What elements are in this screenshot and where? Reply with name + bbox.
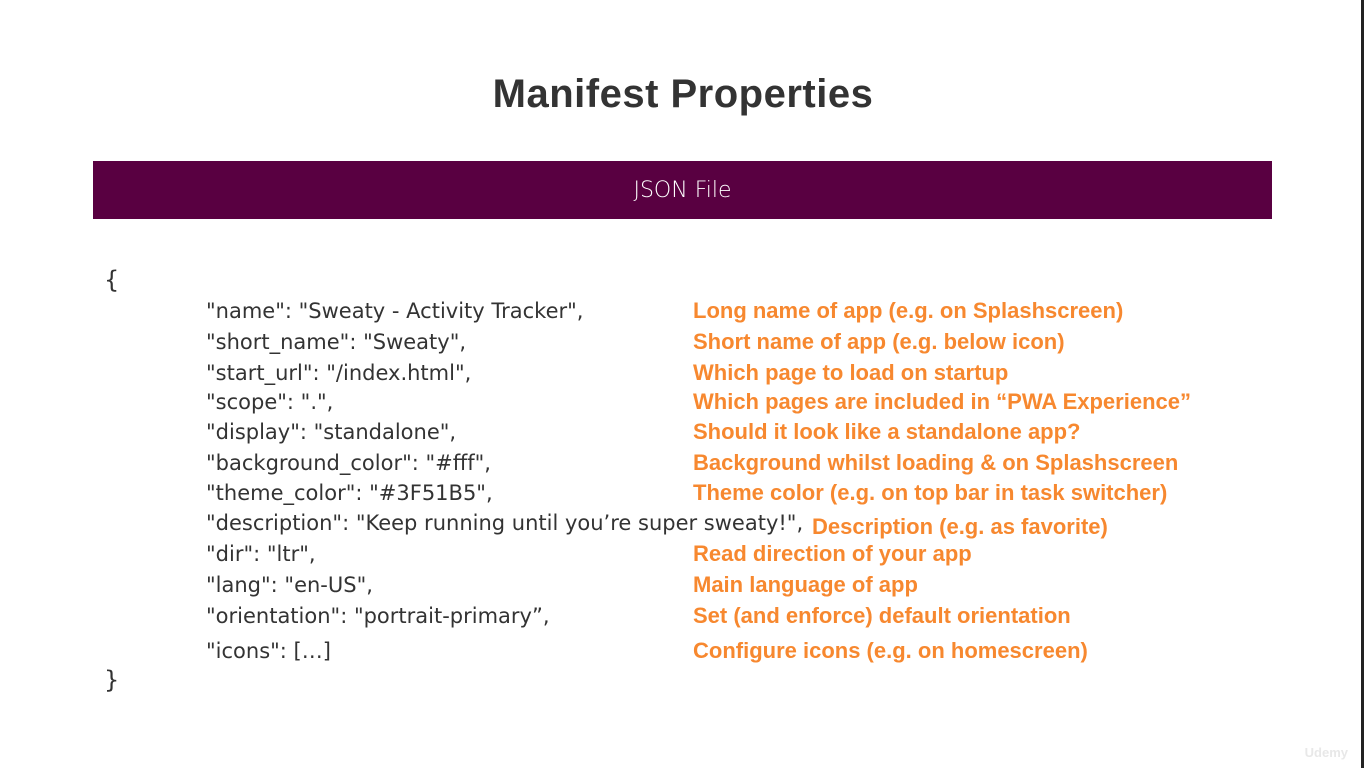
banner-label: JSON File (633, 177, 732, 203)
code-line: "orientation": "portrait-primary”, (206, 604, 550, 628)
property-annotation: Background whilst loading & on Splashscr… (693, 450, 1179, 475)
property-annotation: Set (and enforce) default orientation (693, 603, 1071, 628)
code-line: "theme_color": "#3F51B5", (206, 481, 493, 505)
slide-title: Manifest Properties (492, 72, 874, 116)
code-line: "lang": "en-US", (206, 573, 373, 597)
property-annotation: Long name of app (e.g. on Splashscreen) (693, 298, 1124, 323)
code-line: "scope": ".", (206, 390, 334, 414)
property-annotation: Theme color (e.g. on top bar in task swi… (693, 480, 1168, 505)
property-annotation: Which pages are included in “PWA Experie… (693, 389, 1191, 414)
code-line: "description": "Keep running until you’r… (206, 511, 804, 535)
code-line: "start_url": "/index.html", (206, 361, 472, 385)
close-brace: } (104, 666, 120, 694)
property-annotation: Main language of app (693, 572, 918, 597)
code-line: "icons": […] (206, 639, 331, 663)
property-annotation: Which page to load on startup (693, 360, 1009, 385)
json-file-banner: JSON File (93, 161, 1272, 219)
property-annotation: Read direction of your app (693, 541, 972, 566)
code-line: "background_color": "#fff", (206, 451, 491, 475)
code-line: "display": "standalone", (206, 420, 457, 444)
open-brace: { (104, 266, 120, 294)
code-line: "dir": "ltr", (206, 542, 316, 566)
property-annotation: Short name of app (e.g. below icon) (693, 329, 1065, 354)
property-annotation: Should it look like a standalone app? (693, 419, 1081, 444)
property-annotation: Configure icons (e.g. on homescreen) (693, 638, 1088, 663)
frame-edge (1361, 0, 1364, 768)
udemy-watermark: Udemy (1304, 745, 1348, 760)
code-line: "short_name": "Sweaty", (206, 330, 467, 354)
property-annotation: Description (e.g. as favorite) (812, 514, 1108, 539)
code-line: "name": "Sweaty - Activity Tracker", (206, 299, 584, 323)
